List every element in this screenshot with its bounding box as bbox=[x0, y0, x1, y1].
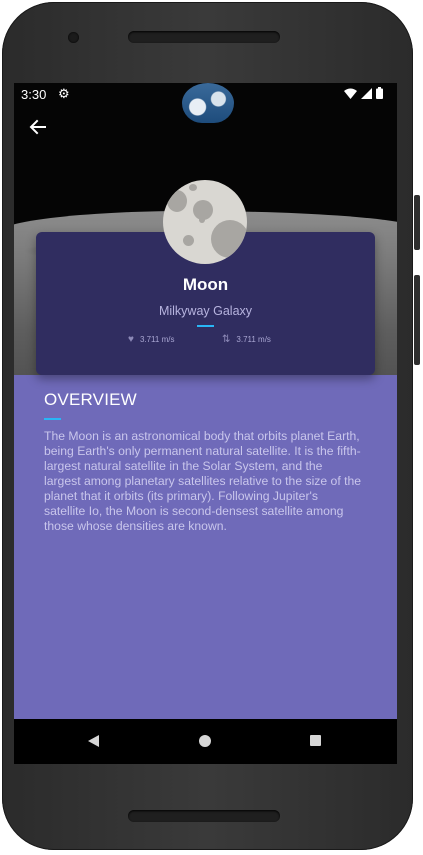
overview-text: The Moon is an astronomical body that or… bbox=[44, 429, 362, 533]
device-frame: 3:30 ⚙ Moon Milkyway Galaxy ♥ 3.711 m/s … bbox=[0, 0, 423, 855]
card-divider bbox=[197, 325, 214, 327]
moon-crater bbox=[183, 235, 194, 246]
navigation-bar bbox=[14, 719, 397, 764]
overview-divider bbox=[44, 418, 61, 420]
power-button bbox=[414, 195, 420, 250]
screen: 3:30 ⚙ Moon Milkyway Galaxy ♥ 3.711 m/s … bbox=[14, 83, 397, 764]
moon-crater bbox=[211, 220, 247, 258]
overview-title: OVERVIEW bbox=[44, 390, 137, 409]
wifi-icon bbox=[344, 88, 357, 103]
back-button[interactable] bbox=[27, 116, 49, 138]
gravity-icon: ♥ bbox=[128, 334, 134, 345]
nav-back-icon[interactable] bbox=[88, 735, 99, 747]
volume-button bbox=[414, 275, 420, 365]
nav-recents-icon[interactable] bbox=[310, 735, 321, 746]
arrows-icon: ⇅ bbox=[222, 334, 231, 345]
planet-galaxy: Milkyway Galaxy bbox=[158, 304, 253, 318]
arrow-back-icon bbox=[29, 119, 46, 135]
top-speaker bbox=[128, 31, 280, 43]
moon-crater bbox=[189, 184, 197, 191]
stat-velocity-value: 3.711 m/s bbox=[236, 335, 271, 344]
moon-crater bbox=[199, 217, 205, 223]
front-camera bbox=[68, 32, 79, 43]
status-icons bbox=[344, 87, 383, 103]
bottom-speaker bbox=[128, 810, 280, 822]
settings-icon: ⚙ bbox=[58, 87, 70, 102]
status-bar: 3:30 ⚙ bbox=[14, 83, 397, 107]
battery-icon bbox=[376, 87, 383, 103]
moon-crater bbox=[167, 190, 187, 212]
planet-name: Moon bbox=[182, 275, 229, 294]
signal-icon bbox=[361, 87, 372, 103]
stat-velocity: ⇅ 3.711 m/s bbox=[222, 334, 271, 345]
moon-image bbox=[163, 180, 247, 264]
nav-home-icon[interactable] bbox=[199, 735, 211, 747]
stat-gravity-value: 3.711 m/s bbox=[139, 335, 175, 344]
stat-gravity: ♥ 3.711 m/s bbox=[128, 334, 174, 345]
status-time: 3:30 bbox=[21, 87, 47, 102]
